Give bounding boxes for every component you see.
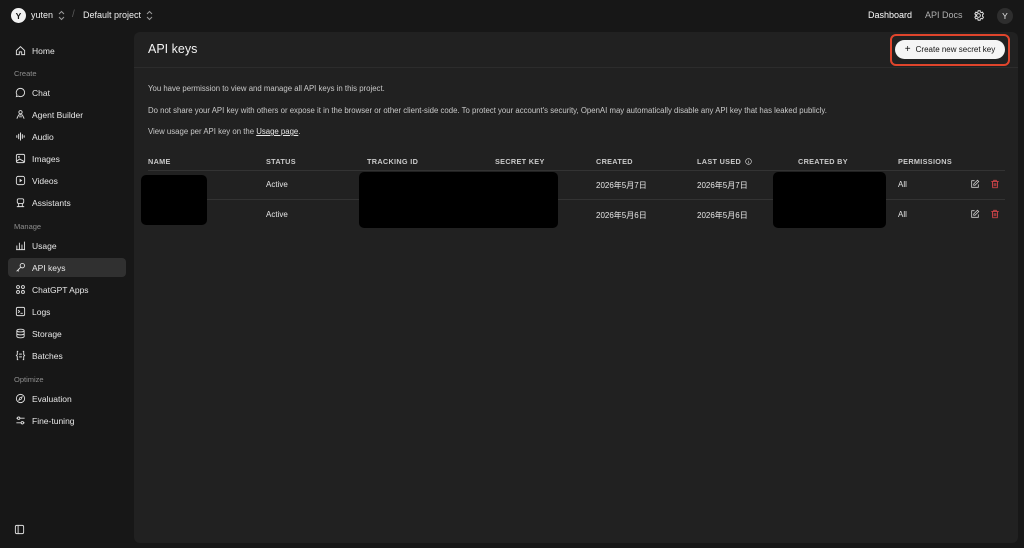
sidebar-item-label: Videos [32,175,58,186]
chat-bubble-icon [15,87,26,98]
info-usage: View usage per API key on the Usage page… [148,127,300,136]
nav-api-docs[interactable]: API Docs [925,10,963,20]
sidebar-item-label: Audio [32,131,54,142]
sidebar-item-chatgpt-apps[interactable]: ChatGPT Apps [8,280,126,299]
chevron-up-down-icon[interactable] [146,10,153,21]
section-create: Create [14,69,37,78]
org-avatar[interactable]: Y [11,8,26,23]
header-divider [148,170,1005,171]
sidebar-item-label: Batches [32,350,63,361]
sidebar-item-storage[interactable]: Storage [8,324,126,343]
sidebar-item-label: Assistants [32,197,71,208]
sidebar-collapse-icon[interactable] [14,524,25,535]
created-cell: 2026年5月6日 [596,211,647,220]
column-header-created-by: CREATED BY [798,157,848,166]
create-secret-key-button[interactable]: + Create new secret key [895,40,1005,59]
column-header-tracking-id: TRACKING ID [367,157,419,166]
sidebar-item-label: Storage [32,328,62,339]
last-used-cell: 2026年5月6日 [697,211,748,220]
sidebar-item-videos[interactable]: Videos [8,171,126,190]
sidebar-item-audio[interactable]: Audio [8,127,126,146]
status-cell: Active [266,180,288,189]
create-button-label: Create new secret key [915,45,996,54]
trash-icon[interactable] [990,209,1000,219]
sidebar-item-agent-builder[interactable]: Agent Builder [8,105,126,124]
sidebar-item-label: Images [32,153,60,164]
sidebar-item-label: Chat [32,87,50,98]
redacted-keys [359,172,558,228]
agent-icon [15,109,26,120]
user-avatar[interactable]: Y [997,8,1013,24]
sidebar-item-images[interactable]: Images [8,149,126,168]
image-icon [15,153,26,164]
database-icon [15,328,26,339]
key-icon [15,262,26,273]
info-icon[interactable] [745,158,753,167]
compass-icon [15,393,26,404]
batches-braces-icon [15,350,26,361]
sidebar-item-batches[interactable]: Batches [8,346,126,365]
column-header-status: STATUS [266,157,296,166]
sidebar-item-chat[interactable]: Chat [8,83,126,102]
permissions-cell: All [898,180,907,189]
edit-icon[interactable] [970,209,980,219]
sidebar-item-label: Logs [32,306,51,317]
sliders-icon [15,415,26,426]
sidebar-item-logs[interactable]: Logs [8,302,126,321]
sidebar-item-label: Agent Builder [32,109,84,120]
trash-icon[interactable] [990,179,1000,189]
sidebar-item-label: Usage [32,240,57,251]
assistant-robot-icon [15,197,26,208]
redacted-name [141,175,207,225]
top-bar: Y yuten / Default project Dashboard API … [0,0,1024,32]
sidebar-item-label: Evaluation [32,393,72,404]
last-used-cell: 2026年5月7日 [697,181,748,190]
page-title: API keys [148,42,198,56]
sidebar-item-label: Fine-tuning [32,415,75,426]
gear-icon[interactable] [972,9,985,22]
nav-dashboard[interactable]: Dashboard [868,10,912,20]
sidebar-item-evaluation[interactable]: Evaluation [8,389,126,408]
sidebar: Home Create Chat Agent Builder Audio Ima… [0,32,134,548]
sidebar-item-label: Home [32,45,55,56]
info-usage-suffix: . [298,127,301,136]
redacted-created-by [773,172,886,228]
column-header-created: CREATED [596,157,633,166]
home-icon [15,45,26,56]
audio-waveform-icon [15,131,26,142]
usage-page-link[interactable]: Usage page [256,127,298,136]
main-panel: API keys + Create new secret key You hav… [134,32,1018,543]
section-optimize: Optimize [14,375,44,384]
sidebar-item-label: ChatGPT Apps [32,284,89,295]
info-usage-prefix: View usage per API key on the [148,127,257,136]
section-manage: Manage [14,222,42,231]
org-switcher[interactable]: yuten [31,10,53,20]
column-header-secret-key: SECRET KEY [495,157,545,166]
column-header-permissions: PERMISSIONS [898,157,952,166]
edit-icon[interactable] [970,179,980,189]
sidebar-item-assistants[interactable]: Assistants [8,193,126,212]
panel-header: API keys + Create new secret key [134,32,1018,68]
info-permission: You have permission to view and manage a… [148,84,385,93]
sidebar-item-usage[interactable]: Usage [8,236,126,255]
sidebar-item-home[interactable]: Home [8,41,126,60]
video-play-icon [15,175,26,186]
sidebar-item-fine-tuning[interactable]: Fine-tuning [8,411,126,430]
last-used-label: LAST USED [697,157,742,166]
sidebar-item-label: API keys [32,262,66,273]
breadcrumb-separator: / [72,9,75,20]
column-header-name: NAME [148,157,171,166]
chevron-up-down-icon[interactable] [58,10,65,21]
project-switcher[interactable]: Default project [83,10,141,20]
plus-icon: + [904,43,911,55]
sidebar-item-api-keys[interactable]: API keys [8,258,126,277]
status-cell: Active [266,210,288,219]
column-header-last-used: LAST USED [697,157,753,167]
terminal-log-icon [15,306,26,317]
permissions-cell: All [898,210,907,219]
created-cell: 2026年5月7日 [596,181,647,190]
info-security: Do not share your API key with others or… [148,106,827,115]
apps-grid-icon [15,284,26,295]
usage-chart-icon [15,240,26,251]
